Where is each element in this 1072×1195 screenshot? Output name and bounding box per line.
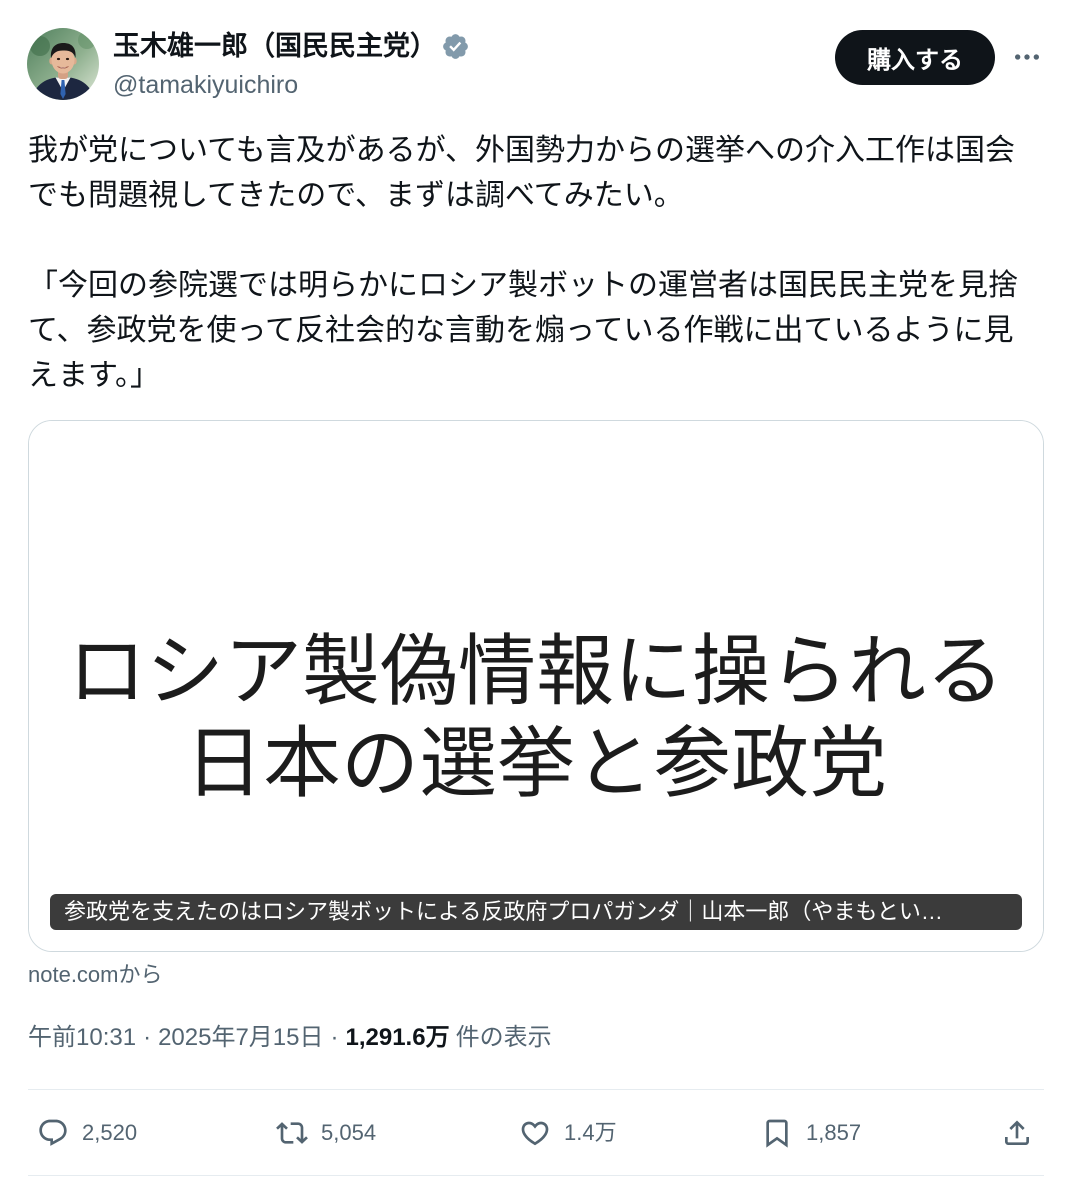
tweet-text-line: て、参政党を使って反社会的な言動を煽っている作戦に出ているように見: [28, 314, 1014, 347]
reply-button[interactable]: 2,520: [37, 1115, 137, 1151]
author-display-name[interactable]: 玉木雄一郎（国民民主党）: [113, 27, 437, 65]
tweet-date[interactable]: 2025年7月15日: [158, 1021, 323, 1055]
share-button[interactable]: [1001, 1115, 1033, 1151]
like-button[interactable]: 1.4万: [519, 1115, 617, 1151]
card-image-headline-line: ロシア製偽情報に操られる: [67, 627, 1004, 715]
avatar[interactable]: [27, 28, 99, 100]
reply-icon: [37, 1117, 69, 1149]
bookmark-button[interactable]: 1,857: [761, 1115, 861, 1151]
avatar-photo: [27, 28, 99, 100]
link-card-image[interactable]: ロシア製偽情報に操られる 日本の選挙と参政党: [29, 421, 1043, 951]
retweet-count: 5,054: [321, 1120, 377, 1145]
bookmark-count: 1,857: [806, 1120, 862, 1145]
verified-badge-icon[interactable]: [441, 32, 470, 61]
divider: [28, 1175, 1044, 1176]
meta-separator: ·: [330, 1024, 339, 1051]
tweet-detail: 玉木雄一郎（国民民主党） @tamakiyuichiro 購入する 我が党につい…: [0, 0, 1072, 1195]
link-card[interactable]: ロシア製偽情報に操られる 日本の選挙と参政党 参政党を支えたのはロシア製ボットに…: [28, 420, 1044, 952]
author-handle[interactable]: @tamakiyuichiro: [113, 68, 298, 102]
share-icon: [1001, 1117, 1033, 1149]
tweet-text-line: えます。」: [28, 359, 160, 392]
author-name-row: 玉木雄一郎（国民民主党）: [113, 27, 470, 65]
card-image-headline-line: 日本の選挙と参政党: [184, 719, 887, 807]
link-card-source[interactable]: note.comから: [28, 960, 163, 990]
views-label[interactable]: 件の表示: [456, 1021, 552, 1055]
bookmark-icon: [761, 1117, 793, 1149]
tweet-text-line: 「今回の参院選では明らかにロシア製ボットの運営者は国民民主党を見捨: [28, 269, 1018, 302]
tweet-time[interactable]: 午前10:31: [28, 1021, 136, 1055]
purchase-button[interactable]: 購入する: [835, 30, 995, 85]
meta-separator: ·: [143, 1024, 152, 1051]
tweet-text: 我が党についても言及があるが、外国勢力からの選挙への介入工作は国会 でも問題視し…: [28, 128, 1018, 398]
heart-icon: [519, 1117, 551, 1149]
like-count: 1.4万: [564, 1120, 617, 1145]
divider: [28, 1089, 1044, 1090]
retweet-button[interactable]: 5,054: [276, 1115, 376, 1151]
retweet-icon: [276, 1117, 308, 1149]
tweet-text-line: でも問題視してきたので、まずは調べてみたい。: [28, 179, 684, 212]
more-options-icon[interactable]: [1011, 41, 1043, 73]
views-count[interactable]: 1,291.6万: [346, 1021, 450, 1055]
tweet-text-line: 我が党についても言及があるが、外国勢力からの選挙への介入工作は国会: [28, 134, 1015, 167]
reply-count: 2,520: [82, 1120, 138, 1145]
tweet-meta: 午前10:31 · 2025年7月15日 · 1,291.6万 件の表示: [28, 1021, 552, 1055]
link-card-title[interactable]: 参政党を支えたのはロシア製ボットによる反政府プロパガンダ｜山本一郎（やまもとい…: [50, 894, 1022, 930]
card-image-headline: ロシア製偽情報に操られる 日本の選挙と参政党: [29, 625, 1043, 809]
